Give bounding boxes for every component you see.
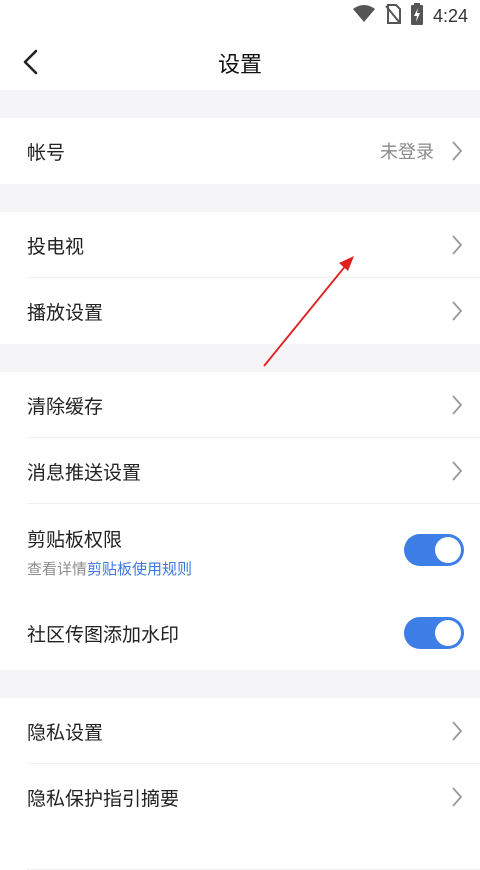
clipboard-rules-link[interactable]: 剪贴板使用规则 [87, 560, 192, 578]
playback-settings-row[interactable]: 播放设置 [0, 278, 480, 344]
clipboard-permission-label: 剪贴板权限 [27, 529, 123, 551]
group-gap [0, 184, 480, 212]
nav-bar: 设置 [0, 32, 480, 91]
push-settings-label: 消息推送设置 [27, 461, 142, 484]
group-gap [0, 344, 480, 372]
push-settings-row[interactable]: 消息推送设置 [0, 438, 480, 504]
watermark-label: 社区传图添加水印 [27, 623, 180, 646]
chevron-right-icon [452, 301, 463, 321]
clipboard-permission-subtitle: 查看详情剪贴板使用规则 [27, 558, 192, 579]
status-bar: 4:24 [0, 0, 480, 32]
privacy-settings-label: 隐私设置 [27, 721, 104, 744]
group-gap [0, 670, 480, 698]
playback-settings-label: 播放设置 [27, 301, 104, 324]
account-row[interactable]: 帐号 未登录 [0, 118, 480, 184]
no-sim-icon [385, 4, 401, 28]
status-time: 4:24 [432, 5, 468, 26]
settings-list: 帐号 未登录 投电视 播放设置 清除缓存 消息推送设置 剪贴板权限 查看详情剪贴… [0, 90, 480, 870]
clipboard-detail-prefix: 查看详情 [27, 560, 88, 578]
account-status: 未登录 [380, 142, 434, 163]
battery-charging-icon [410, 3, 423, 29]
wifi-icon [352, 5, 375, 27]
cast-tv-row[interactable]: 投电视 [0, 212, 480, 278]
group-gap [0, 90, 480, 118]
watermark-toggle[interactable] [404, 617, 464, 649]
chevron-right-icon [452, 141, 463, 161]
chevron-right-icon [452, 721, 463, 741]
toggle-knob [435, 620, 461, 646]
privacy-settings-row[interactable]: 隐私设置 [0, 698, 480, 764]
chevron-right-icon [452, 395, 463, 415]
chevron-right-icon [452, 787, 463, 807]
cast-tv-label: 投电视 [27, 235, 85, 258]
privacy-summary-label: 隐私保护指引摘要 [27, 787, 180, 810]
account-label: 帐号 [27, 141, 66, 164]
clipboard-permission-row: 剪贴板权限 查看详情剪贴板使用规则 [0, 504, 480, 596]
chevron-right-icon [452, 461, 463, 481]
watermark-row: 社区传图添加水印 [0, 596, 480, 670]
toggle-knob [435, 537, 461, 563]
privacy-summary-row[interactable]: 隐私保护指引摘要 [0, 764, 480, 830]
clear-cache-row[interactable]: 清除缓存 [0, 372, 480, 438]
chevron-right-icon [452, 235, 463, 255]
clear-cache-label: 清除缓存 [27, 395, 104, 418]
clipboard-toggle[interactable] [404, 534, 464, 566]
page-title: 设置 [217, 53, 262, 78]
partial-row [0, 830, 480, 870]
